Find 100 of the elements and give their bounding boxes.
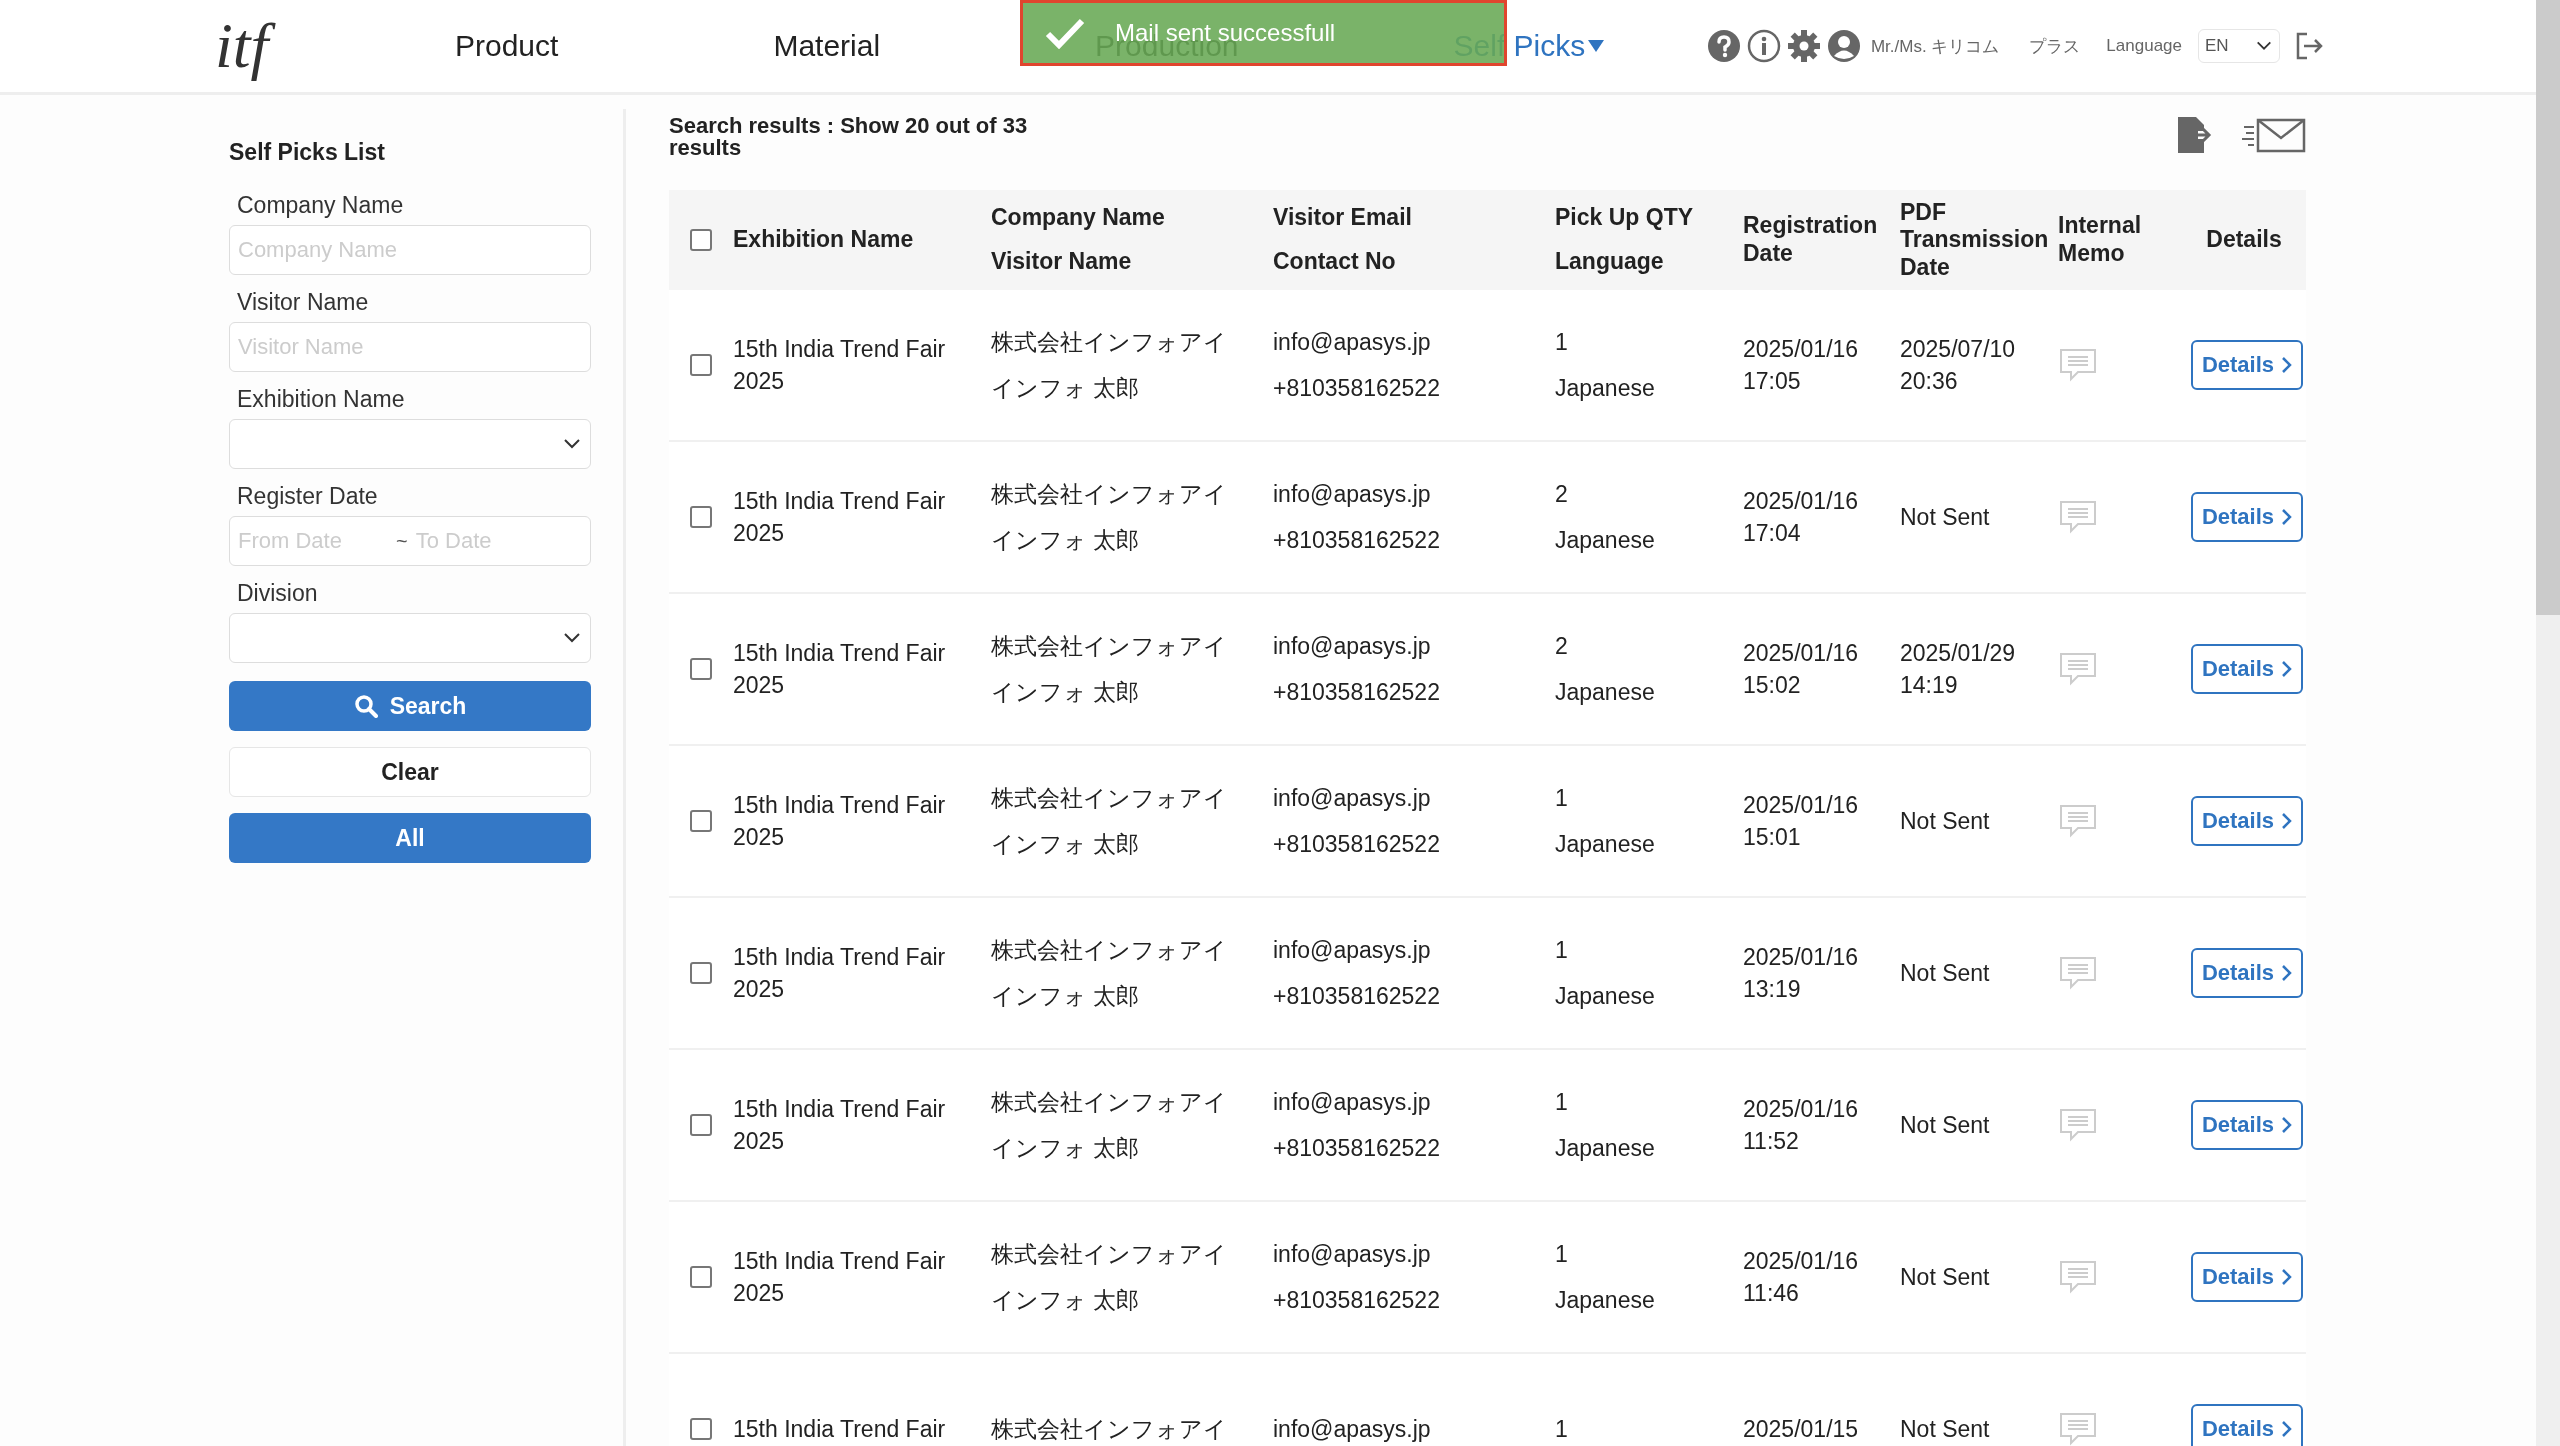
- visitor-email: info@apasys.jp: [1273, 479, 1432, 509]
- language: Japanese: [1555, 1286, 1656, 1315]
- details-button[interactable]: Details: [2191, 644, 2303, 694]
- details-button[interactable]: Details: [2191, 1252, 2303, 1302]
- pdf-transmission-date: Not Sent: [1900, 1414, 1991, 1444]
- user-name: Mr./Ms. キリコム: [1870, 35, 2000, 58]
- info-icon[interactable]: [1746, 29, 1781, 63]
- check-icon: [1045, 17, 1085, 49]
- column-header: Exhibition Name: [733, 226, 914, 254]
- language: Japanese: [1555, 982, 1656, 1011]
- column-header: Company Name: [991, 204, 1165, 232]
- visitor-name: インフォ 太郎: [991, 678, 1141, 707]
- column-header: Visitor Email: [1273, 204, 1412, 232]
- pickup-quantity: 1: [1555, 327, 1569, 357]
- exhibition-name: 15th India Trend Fair 2025: [733, 638, 947, 700]
- visitor-name: インフォ 太郎: [991, 526, 1141, 555]
- scrollbar-thumb[interactable]: [2536, 0, 2560, 615]
- checkbox[interactable]: [690, 658, 712, 680]
- pickup-quantity: 1: [1555, 783, 1569, 813]
- registration-date: 2025/01/16 17:04: [1743, 486, 1860, 548]
- column-header: Internal Memo: [2058, 212, 2143, 268]
- language: Japanese: [1555, 374, 1656, 403]
- checkbox[interactable]: [690, 810, 712, 832]
- company-name: 株式会社インフォアイ: [991, 479, 1228, 509]
- column-header: Contact No: [1273, 248, 1396, 276]
- results-summary: Search results : Show 20 out of 33 results: [669, 115, 1029, 159]
- visitor-email: info@apasys.jp: [1273, 1239, 1432, 1269]
- registration-date: 2025/01/16 15:02: [1743, 638, 1860, 700]
- user-icon[interactable]: [1826, 29, 1861, 63]
- scrollbar[interactable]: [2536, 0, 2560, 1446]
- pickup-quantity: 1: [1555, 1239, 1569, 1269]
- details-button[interactable]: Details: [2191, 948, 2303, 998]
- visitor-email: info@apasys.jp: [1273, 327, 1432, 357]
- visitor-email: info@apasys.jp: [1273, 783, 1432, 813]
- chevron-right-icon: [2280, 356, 2293, 374]
- exhibition-name: 15th India Trend Fair 2025: [733, 1246, 947, 1308]
- mail-icon[interactable]: [2242, 117, 2306, 153]
- pickup-quantity: 1: [1555, 935, 1569, 965]
- field-label: Visitor Name: [237, 289, 370, 316]
- visitor-email: info@apasys.jp: [1273, 1414, 1432, 1444]
- exhibition-name: 15th India Trend Fair 2025: [733, 790, 947, 852]
- chevron-right-icon: [2280, 1116, 2293, 1134]
- contact-number: +810358162522: [1273, 526, 1441, 555]
- details-button[interactable]: Details: [2191, 1100, 2303, 1150]
- company-name: 株式会社インフォアイ: [991, 1239, 1228, 1269]
- visitor-email: info@apasys.jp: [1273, 1087, 1432, 1117]
- language-label: Language: [2106, 36, 2182, 56]
- details-button[interactable]: Details: [2191, 796, 2303, 846]
- chevron-right-icon: [2280, 1268, 2293, 1286]
- language: Japanese: [1555, 830, 1656, 859]
- registration-date: 2025/01/16 11:52: [1743, 1094, 1860, 1156]
- search-icon: [353, 694, 378, 718]
- pickup-quantity: 2: [1555, 631, 1569, 661]
- visitor-name: インフォ 太郎: [991, 982, 1141, 1011]
- company-name: 株式会社インフォアイ: [991, 631, 1228, 661]
- pickup-quantity: 1: [1555, 1087, 1569, 1117]
- dropdown-field[interactable]: [229, 419, 591, 469]
- pdf-transmission-date: Not Sent: [1900, 1110, 1991, 1140]
- help-icon[interactable]: [1706, 29, 1741, 63]
- field-label: Company Name: [237, 192, 405, 219]
- language: Japanese: [1555, 526, 1656, 555]
- checkbox[interactable]: [690, 354, 712, 376]
- company-name: プラス: [2029, 35, 2081, 58]
- details-button[interactable]: Details: [2191, 492, 2303, 542]
- search-button[interactable]: Search: [229, 681, 591, 731]
- company-name: 株式会社インフォアイ: [991, 1414, 1228, 1444]
- field-label: Register Date: [237, 483, 379, 510]
- language-select[interactable]: EN: [2198, 29, 2280, 63]
- clear-button[interactable]: Clear: [229, 747, 591, 797]
- checkbox[interactable]: [690, 1114, 712, 1136]
- exhibition-name: 15th India Trend Fair 2025: [733, 334, 947, 396]
- pdf-transmission-date: Not Sent: [1900, 806, 1991, 836]
- contact-number: +810358162522: [1273, 678, 1441, 707]
- column-header: Pick Up QTY: [1555, 204, 1694, 232]
- checkbox[interactable]: [690, 229, 712, 251]
- column-header: Visitor Name: [991, 248, 1132, 276]
- dropdown-field[interactable]: [229, 613, 591, 663]
- settings-icon[interactable]: [1786, 29, 1821, 63]
- visitor-email: info@apasys.jp: [1273, 631, 1432, 661]
- registration-date: 2025/01/16 11:46: [1743, 1246, 1860, 1308]
- registration-date: 2025/01/16 17:05: [1743, 334, 1860, 396]
- checkbox[interactable]: [690, 962, 712, 984]
- pdf-transmission-date: 2025/07/10 20:36: [1900, 334, 2017, 396]
- checkbox[interactable]: [690, 1418, 712, 1440]
- language: Japanese: [1555, 678, 1656, 707]
- pickup-quantity: 2: [1555, 479, 1569, 509]
- visitor-name: インフォ 太郎: [991, 1286, 1141, 1315]
- details-button[interactable]: Details: [2191, 340, 2303, 390]
- checkbox[interactable]: [690, 506, 712, 528]
- company-name: 株式会社インフォアイ: [991, 327, 1228, 357]
- chevron-right-icon: [2280, 660, 2293, 678]
- nav-link[interactable]: Material: [773, 29, 881, 63]
- nav-link[interactable]: Product: [455, 29, 559, 63]
- all-button[interactable]: All: [229, 813, 591, 863]
- sidebar-title: Self Picks List: [229, 139, 386, 166]
- checkbox[interactable]: [690, 1266, 712, 1288]
- details-button[interactable]: Details: [2191, 1404, 2303, 1446]
- file-export-icon[interactable]: [2176, 115, 2212, 155]
- column-header: Details: [2206, 226, 2282, 254]
- logout-icon[interactable]: [2294, 31, 2324, 61]
